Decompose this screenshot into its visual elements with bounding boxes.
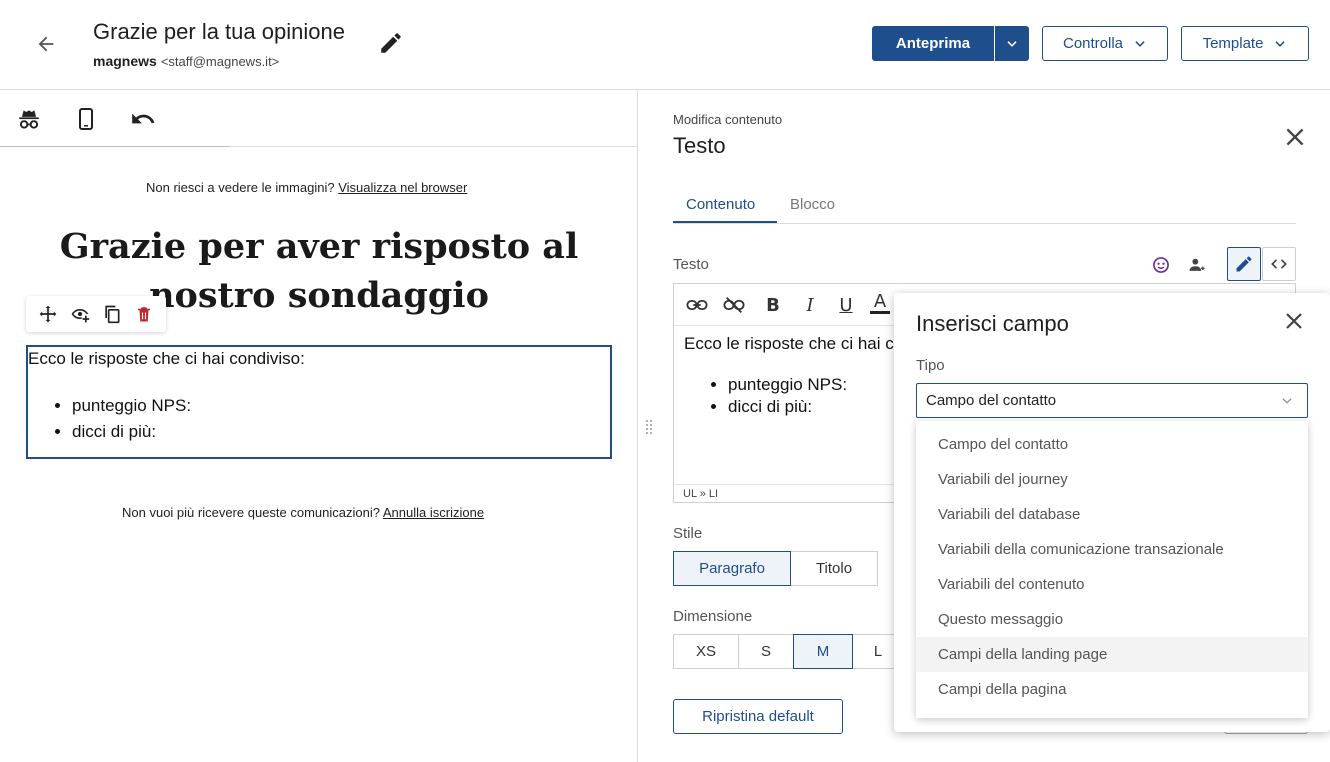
link-icon[interactable] <box>683 292 711 318</box>
duplicate-icon[interactable] <box>99 301 125 327</box>
move-icon[interactable] <box>35 301 61 327</box>
insert-field-dialog: Inserisci campo Tipo Campo del contatto … <box>894 293 1330 732</box>
editor-intro-text: Ecco le risposte che ci hai c <box>684 334 894 353</box>
menu-item-variabili-database[interactable]: Variabili del database <box>916 497 1308 532</box>
text-color-icon[interactable]: A <box>870 291 890 314</box>
block-list: punteggio NPS: dicci di più: <box>72 393 191 445</box>
dialog-title: Inserisci campo <box>916 311 1069 336</box>
block-toolbar <box>26 296 166 332</box>
size-xs-button[interactable]: XS <box>673 634 739 669</box>
list-item: dicci di più: <box>728 396 847 418</box>
text-field-label: Testo <box>673 256 709 273</box>
menu-item-variabili-transazionale[interactable]: Variabili della comunicazione transazion… <box>916 532 1308 567</box>
preview-button[interactable]: Anteprima <box>872 26 994 61</box>
style-label: Stile <box>673 525 703 542</box>
view-in-browser-link[interactable]: Visualizza nel browser <box>338 180 467 195</box>
visibility-settings-icon[interactable] <box>67 301 93 327</box>
template-button-label: Template <box>1202 35 1264 52</box>
panel-subtitle: Modifica contenuto <box>673 112 783 127</box>
sender-name: magnews <box>93 53 157 69</box>
tabs-divider <box>673 223 1296 224</box>
list-item: dicci di più: <box>72 419 191 445</box>
type-dropdown-menu: Campo del contatto Variabili del journey… <box>916 421 1308 718</box>
menu-item-questo-messaggio[interactable]: Questo messaggio <box>916 602 1308 637</box>
chevron-down-icon <box>1007 40 1017 47</box>
unsubscribe-line: Non vuoi più ricevere queste comunicazio… <box>122 505 484 520</box>
chevron-down-icon <box>1275 40 1286 47</box>
type-label: Tipo <box>916 357 945 374</box>
page-title: Grazie per la tua opinione <box>93 19 345 44</box>
view-in-browser-text: Non riesci a vedere le immagini? <box>146 180 335 195</box>
insert-contact-field-icon[interactable] <box>1180 248 1214 282</box>
underline-icon[interactable]: U <box>832 292 860 318</box>
style-paragraph-button[interactable]: Paragrafo <box>673 551 791 586</box>
menu-item-campi-landing[interactable]: Campi della landing page <box>916 637 1308 672</box>
incognito-icon[interactable] <box>14 104 44 134</box>
unlink-icon[interactable] <box>720 292 748 318</box>
top-header: Grazie per la tua opinione magnews <staff… <box>0 0 1330 90</box>
reset-default-button[interactable]: Ripristina default <box>673 699 843 734</box>
chevron-down-icon <box>1135 40 1145 47</box>
style-title-button[interactable]: Titolo <box>790 551 878 586</box>
bold-icon[interactable]: B <box>759 292 787 318</box>
view-in-browser-line: Non riesci a vedere le immagini? Visuali… <box>146 180 467 195</box>
list-item: punteggio NPS: <box>728 374 847 396</box>
tab-contenuto[interactable]: Contenuto <box>686 196 755 213</box>
menu-item-campi-pagina[interactable]: Campi della pagina <box>916 672 1308 707</box>
chevron-down-icon <box>1282 398 1292 404</box>
unsubscribe-link[interactable]: Annulla iscrizione <box>383 505 484 520</box>
editor-list: punteggio NPS: dicci di più: <box>728 374 847 418</box>
type-select-value: Campo del contatto <box>926 392 1057 409</box>
resize-handle-icon[interactable] <box>645 418 653 436</box>
preview-dropdown-button[interactable] <box>995 26 1029 61</box>
menu-item-campo-contatto[interactable]: Campo del contatto <box>916 427 1308 462</box>
sender-email: <staff@magnews.it> <box>160 54 280 69</box>
pane-divider <box>637 90 638 762</box>
template-button[interactable]: Template <box>1181 26 1309 61</box>
edit-pencil-icon[interactable] <box>378 30 404 56</box>
italic-icon[interactable]: I <box>796 292 824 318</box>
delete-icon[interactable] <box>131 301 157 327</box>
code-view-icon[interactable] <box>1262 247 1296 281</box>
size-label: Dimensione <box>673 608 753 625</box>
smart-content-icon[interactable] <box>1144 248 1178 282</box>
panel-title: Testo <box>673 133 726 158</box>
back-arrow-icon[interactable] <box>30 28 62 60</box>
undo-icon[interactable] <box>128 104 158 134</box>
unsubscribe-text: Non vuoi più ricevere queste comunicazio… <box>122 505 380 520</box>
check-button-label: Controlla <box>1062 35 1124 52</box>
menu-item-variabili-journey[interactable]: Variabili del journey <box>916 462 1308 497</box>
size-s-button[interactable]: S <box>738 634 794 669</box>
block-intro-text: Ecco le risposte che ci hai condiviso: <box>28 349 305 368</box>
check-button[interactable]: Controlla <box>1042 26 1168 61</box>
sender-info: magnews <staff@magnews.it> <box>93 53 279 69</box>
tab-blocco[interactable]: Blocco <box>790 196 835 213</box>
close-icon[interactable] <box>1282 309 1308 335</box>
close-icon[interactable] <box>1282 124 1308 150</box>
list-item: punteggio NPS: <box>72 393 191 419</box>
type-select[interactable]: Campo del contatto <box>916 383 1308 418</box>
size-m-button[interactable]: M <box>793 634 853 669</box>
toolbar-divider-accent <box>0 146 229 147</box>
selected-text-block[interactable]: Ecco le risposte che ci hai condiviso: p… <box>26 345 612 459</box>
menu-item-variabili-contenuto[interactable]: Variabili del contenuto <box>916 567 1308 602</box>
visual-edit-pencil-icon[interactable] <box>1227 247 1261 281</box>
mobile-phone-icon[interactable] <box>71 104 101 134</box>
